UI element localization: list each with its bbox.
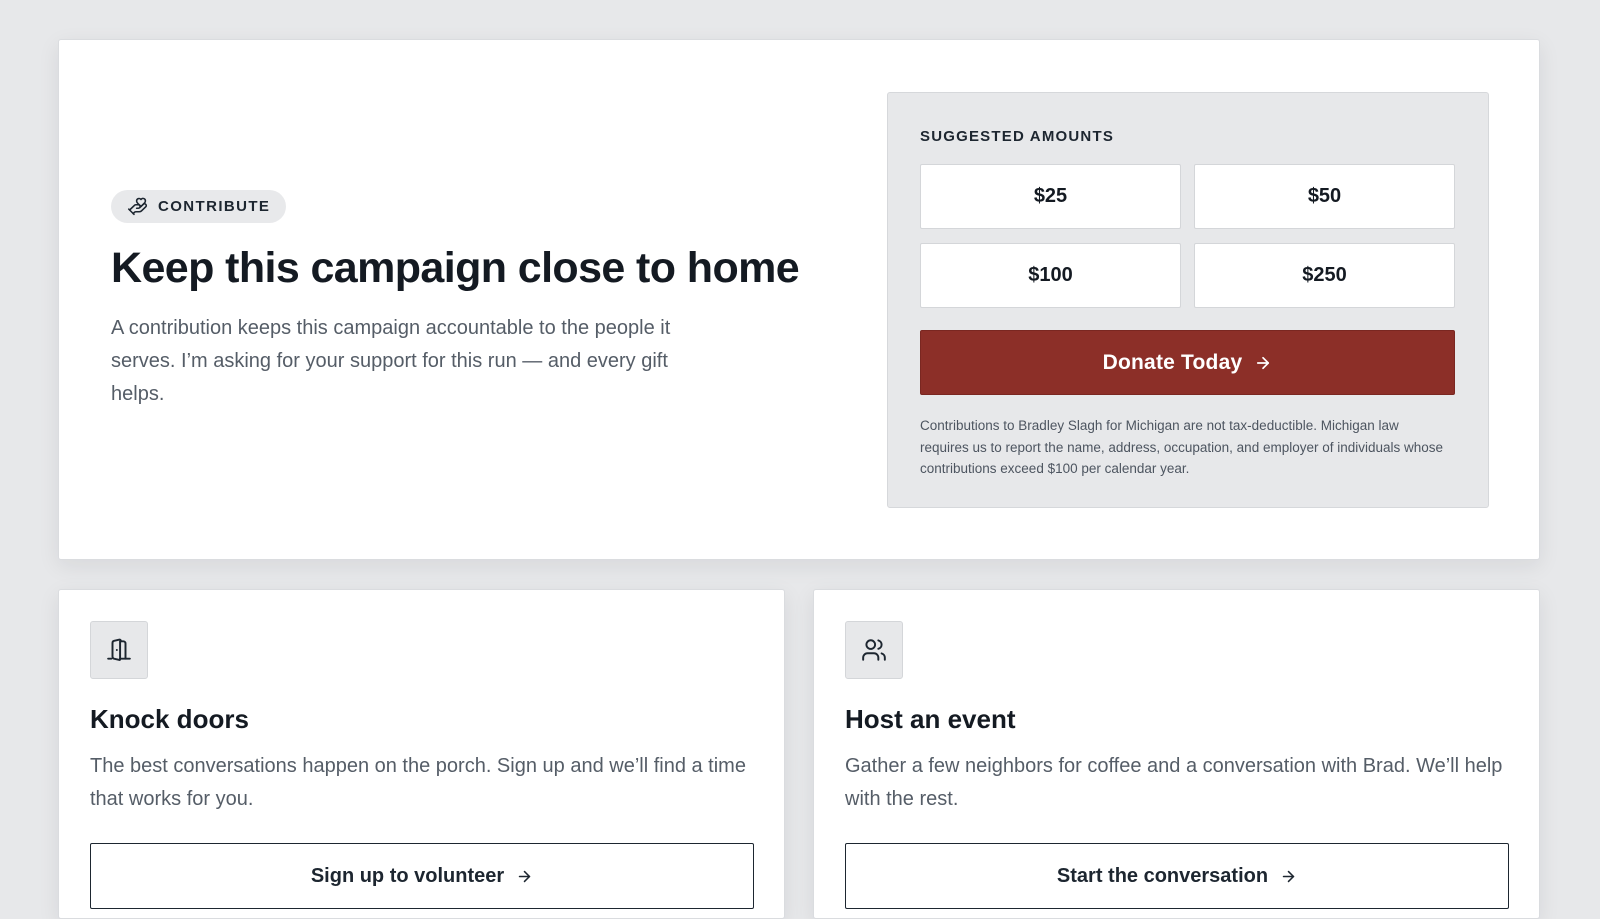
users-icon: [862, 639, 886, 661]
amount-100-button[interactable]: $100: [920, 243, 1181, 308]
card-description: The best conversations happen on the por…: [90, 755, 746, 810]
host-event-card: Host an event Gather a few neighbors for…: [813, 589, 1540, 919]
donate-button-label: Donate Today: [1102, 350, 1243, 374]
amount-250-button[interactable]: $250: [1194, 243, 1455, 308]
start-conversation-button[interactable]: Start the conversation: [845, 843, 1509, 909]
card-title: Knock doors: [90, 704, 249, 734]
amount-25-button[interactable]: $25: [920, 164, 1181, 229]
donate-button[interactable]: Donate Today: [920, 330, 1455, 395]
amount-50-button[interactable]: $50: [1194, 164, 1455, 229]
contribute-description: A contribution keeps this campaign accou…: [111, 317, 671, 406]
users-icon-tile: [845, 621, 903, 679]
arrow-right-icon: [1282, 870, 1295, 882]
contribute-section: CONTRIBUTE Keep this campaign close to h…: [58, 39, 1540, 560]
contribute-intro: CONTRIBUTE Keep this campaign close to h…: [111, 190, 800, 411]
button-label: Sign up to volunteer: [310, 864, 505, 887]
volunteer-card: Knock doors The best conversations happe…: [58, 589, 785, 919]
hand-heart-icon: [127, 197, 148, 216]
legal-disclaimer: Contributions to Bradley Slagh for Michi…: [920, 418, 1444, 476]
page-title: Keep this campaign close to home: [111, 244, 800, 292]
card-description: Gather a few neighbors for coffee and a …: [845, 755, 1503, 810]
donation-panel: SUGGESTED AMOUNTS $25 $50 $100 $250 Dona…: [887, 92, 1489, 508]
card-title: Host an event: [845, 704, 1016, 734]
suggested-amounts-heading: SUGGESTED AMOUNTS: [920, 128, 1115, 145]
button-label: Start the conversation: [1056, 864, 1269, 887]
door-icon: [107, 638, 131, 661]
contribute-badge: CONTRIBUTE: [111, 190, 287, 223]
door-icon-tile: [90, 621, 148, 679]
badge-label: CONTRIBUTE: [158, 198, 271, 215]
arrow-right-icon: [518, 870, 531, 882]
sign-up-volunteer-button[interactable]: Sign up to volunteer: [90, 843, 754, 909]
arrow-right-icon: [1257, 356, 1270, 369]
